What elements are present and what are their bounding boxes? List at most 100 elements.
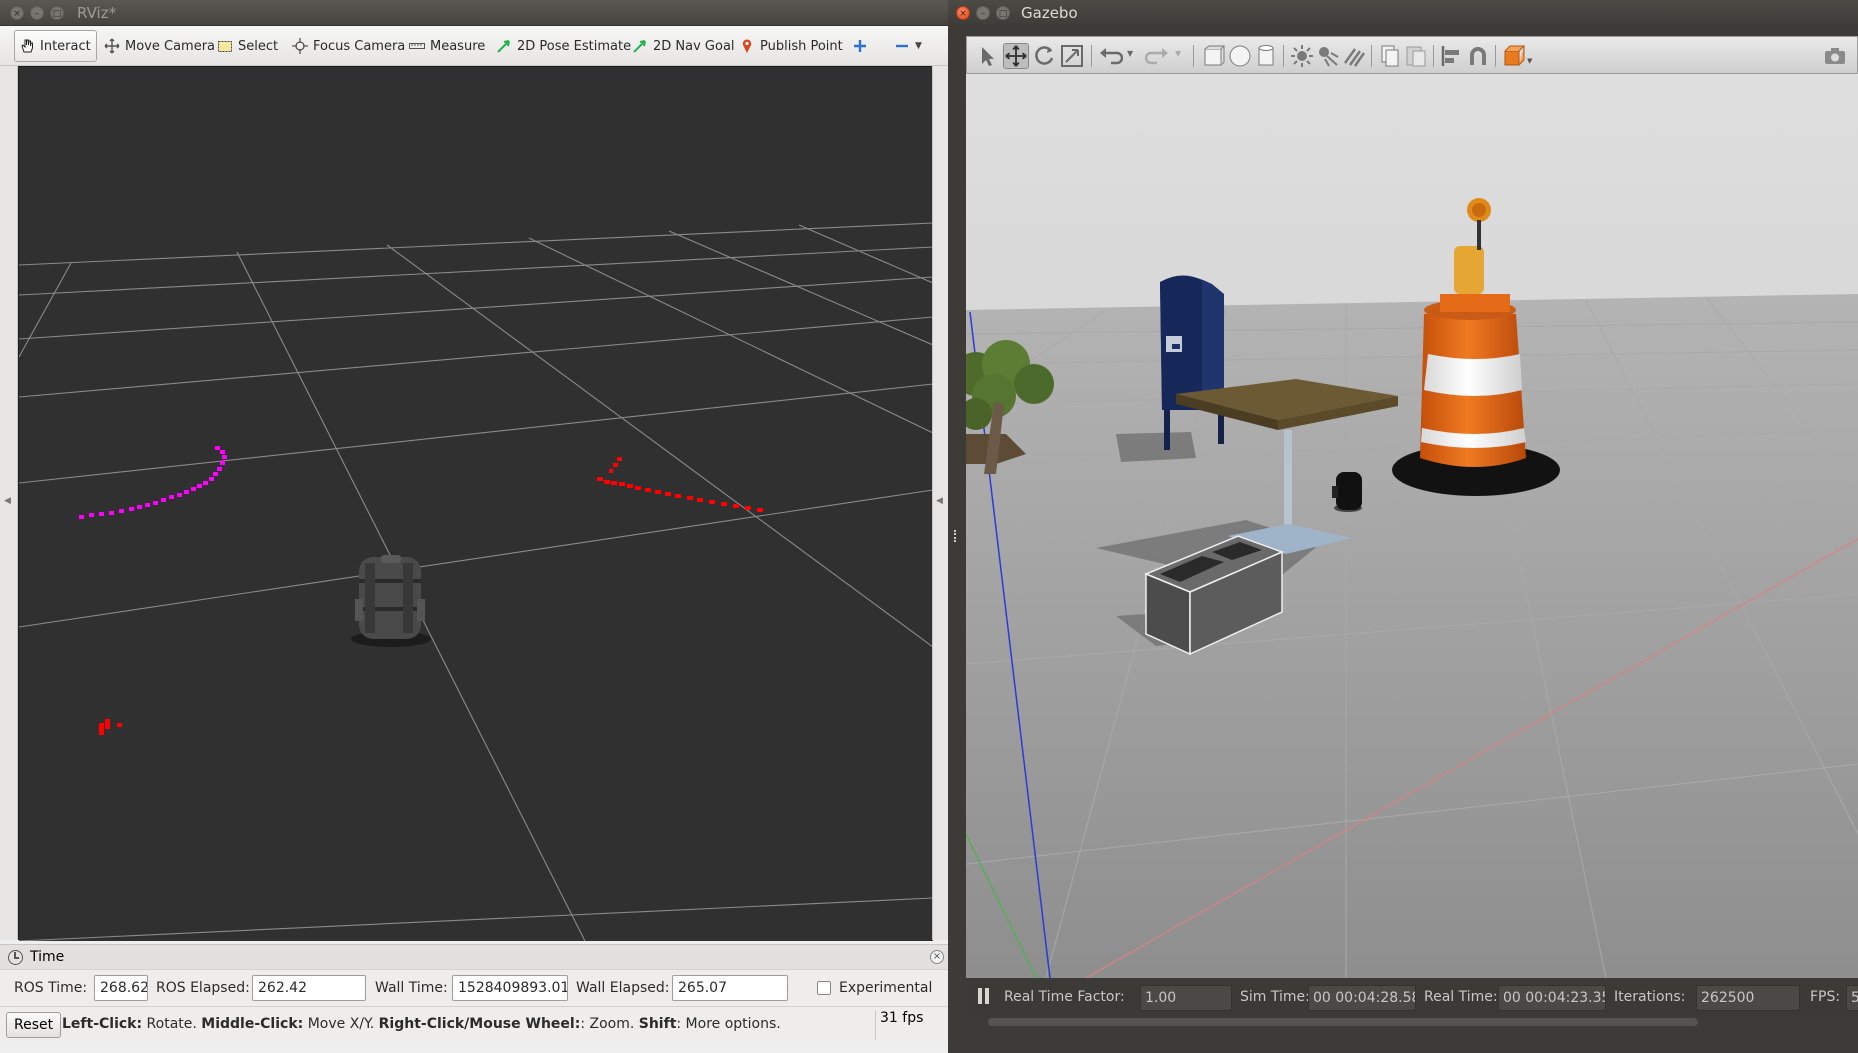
- translate-icon[interactable]: [1003, 43, 1029, 69]
- select-arrow-icon[interactable]: [975, 43, 1001, 69]
- close-panel-icon[interactable]: ×: [930, 950, 944, 964]
- remove-tool-button[interactable]: ▼: [890, 30, 926, 62]
- time-panel-title: Time: [30, 949, 65, 965]
- collapse-right-icon[interactable]: ◀: [936, 496, 943, 506]
- status-hint: Left-Click: Rotate. Middle-Click: Move X…: [62, 1016, 781, 1032]
- minimize-icon[interactable]: –: [30, 6, 44, 20]
- time-panel-row: ROS Time: 268.62 ROS Elapsed: 262.42 Wal…: [0, 970, 948, 1006]
- gazebo-scene-render: [954, 74, 1858, 979]
- select-label: Select: [238, 38, 279, 54]
- experimental-checkbox[interactable]: [817, 981, 831, 995]
- sim-time-label: Sim Time:: [1240, 989, 1310, 1005]
- wall-time-field[interactable]: 1528409893.01: [452, 975, 568, 1001]
- window-title: RViz*: [77, 4, 117, 22]
- real-time-label: Real Time:: [1424, 989, 1498, 1005]
- left-panel-handle[interactable]: [948, 26, 966, 1053]
- spot-light-icon[interactable]: [1315, 43, 1341, 69]
- iterations-label: Iterations:: [1614, 989, 1686, 1005]
- rviz-3d-viewport[interactable]: [18, 66, 933, 941]
- pose-estimate-label: 2D Pose Estimate: [517, 38, 632, 54]
- measure-label: Measure: [430, 38, 486, 54]
- viewport-scene: [19, 67, 933, 941]
- pose-estimate-tool[interactable]: 2D Pose Estimate: [492, 30, 635, 62]
- move-arrows-icon: [104, 38, 120, 54]
- publish-point-label: Publish Point: [760, 38, 843, 54]
- map-pin-icon: [739, 38, 755, 54]
- splitter-grip-icon[interactable]: [954, 530, 958, 542]
- left-dock-splitter[interactable]: ◀: [0, 66, 18, 940]
- redo-icon[interactable]: [1145, 43, 1171, 69]
- view-angle-icon[interactable]: [1501, 43, 1527, 69]
- collapse-left-icon[interactable]: ◀: [4, 496, 11, 506]
- focus-camera-tool[interactable]: Focus Camera: [288, 30, 409, 62]
- pause-icon[interactable]: [985, 988, 989, 1004]
- ros-time-field[interactable]: 268.62: [94, 975, 148, 1001]
- clock-icon: [8, 950, 23, 965]
- ros-elapsed-label: ROS Elapsed:: [156, 980, 250, 996]
- reset-button[interactable]: Reset: [6, 1012, 62, 1038]
- nav-goal-label: 2D Nav Goal: [653, 38, 735, 54]
- minus-icon: [894, 38, 910, 54]
- ros-elapsed-field[interactable]: 262.42: [252, 975, 366, 1001]
- maximize-icon[interactable]: □: [996, 6, 1010, 20]
- fps-label: FPS:: [1810, 989, 1841, 1005]
- sim-time-field: 00 00:04:28.585: [1308, 985, 1416, 1011]
- focus-camera-label: Focus Camera: [313, 38, 406, 54]
- wall-time-label: Wall Time:: [375, 980, 448, 996]
- wall-elapsed-label: Wall Elapsed:: [576, 980, 670, 996]
- gazebo-titlebar[interactable]: × – □ Gazebo: [948, 0, 1858, 26]
- interact-label: Interact: [40, 38, 91, 54]
- ruler-icon: [409, 38, 425, 54]
- cylinder-shape-icon[interactable]: [1253, 43, 1279, 69]
- chevron-down-icon[interactable]: ▼: [1527, 57, 1532, 65]
- gazebo-status-bar: Real Time Factor: 1.00 Sim Time: 00 00:0…: [966, 978, 1858, 1018]
- status-bar: Reset Left-Click: Rotate. Middle-Click: …: [0, 1006, 948, 1042]
- ros-time-label: ROS Time:: [14, 980, 88, 996]
- scale-icon[interactable]: [1059, 43, 1085, 69]
- undo-icon[interactable]: [1097, 43, 1123, 69]
- maximize-icon[interactable]: □: [50, 6, 64, 20]
- nav-goal-tool[interactable]: 2D Nav Goal: [628, 30, 739, 62]
- rtf-field: 1.00: [1140, 985, 1232, 1011]
- close-icon[interactable]: ×: [10, 6, 24, 20]
- minimize-icon[interactable]: –: [976, 6, 990, 20]
- copy-icon[interactable]: [1377, 43, 1403, 69]
- time-panel-header: Time ×: [0, 944, 948, 970]
- move-camera-label: Move Camera: [125, 38, 216, 54]
- snap-magnet-icon[interactable]: [1465, 43, 1491, 69]
- publish-point-tool[interactable]: Publish Point: [735, 30, 847, 62]
- gazebo-3d-scene[interactable]: [954, 74, 1858, 979]
- gazebo-toolbar: ▼ ▼ ▼: [966, 36, 1858, 74]
- rtf-label: Real Time Factor:: [1004, 989, 1125, 1005]
- close-icon[interactable]: ×: [956, 6, 970, 20]
- directional-light-icon[interactable]: [1341, 43, 1367, 69]
- select-tool[interactable]: Select: [213, 30, 282, 62]
- rviz-window: × – □ RViz* Interact Move Camera Select: [0, 0, 948, 1053]
- wall-elapsed-field[interactable]: 265.07: [672, 975, 788, 1001]
- point-light-icon[interactable]: [1289, 43, 1315, 69]
- rviz-titlebar[interactable]: × – □ RViz*: [0, 0, 948, 26]
- sphere-shape-icon[interactable]: [1227, 43, 1253, 69]
- add-tool-button[interactable]: [848, 30, 877, 62]
- green-arrow-icon: [496, 38, 512, 54]
- plus-icon: [852, 38, 868, 54]
- fps-readout: 31 fps: [880, 1010, 924, 1026]
- right-dock-splitter[interactable]: ◀: [932, 66, 948, 940]
- rotate-icon[interactable]: [1031, 43, 1057, 69]
- move-camera-tool[interactable]: Move Camera: [100, 30, 219, 62]
- hand-cursor-icon: [19, 38, 35, 54]
- paste-icon[interactable]: [1403, 43, 1429, 69]
- robot-model: [1332, 472, 1362, 512]
- chevron-down-icon[interactable]: ▼: [1127, 49, 1133, 58]
- horizontal-scrollbar[interactable]: [988, 1018, 1698, 1026]
- measure-tool[interactable]: Measure: [405, 30, 489, 62]
- box-shape-icon[interactable]: [1201, 43, 1227, 69]
- screenshot-camera-icon[interactable]: [1822, 43, 1848, 69]
- align-icon[interactable]: [1439, 43, 1465, 69]
- rviz-toolbar: Interact Move Camera Select Focus Camera…: [0, 26, 948, 66]
- experimental-label: Experimental: [839, 980, 933, 996]
- chevron-down-icon[interactable]: ▼: [1175, 49, 1181, 58]
- crosshair-icon: [292, 38, 308, 54]
- green-arrow-icon: [632, 38, 648, 54]
- interact-tool[interactable]: Interact: [14, 30, 97, 62]
